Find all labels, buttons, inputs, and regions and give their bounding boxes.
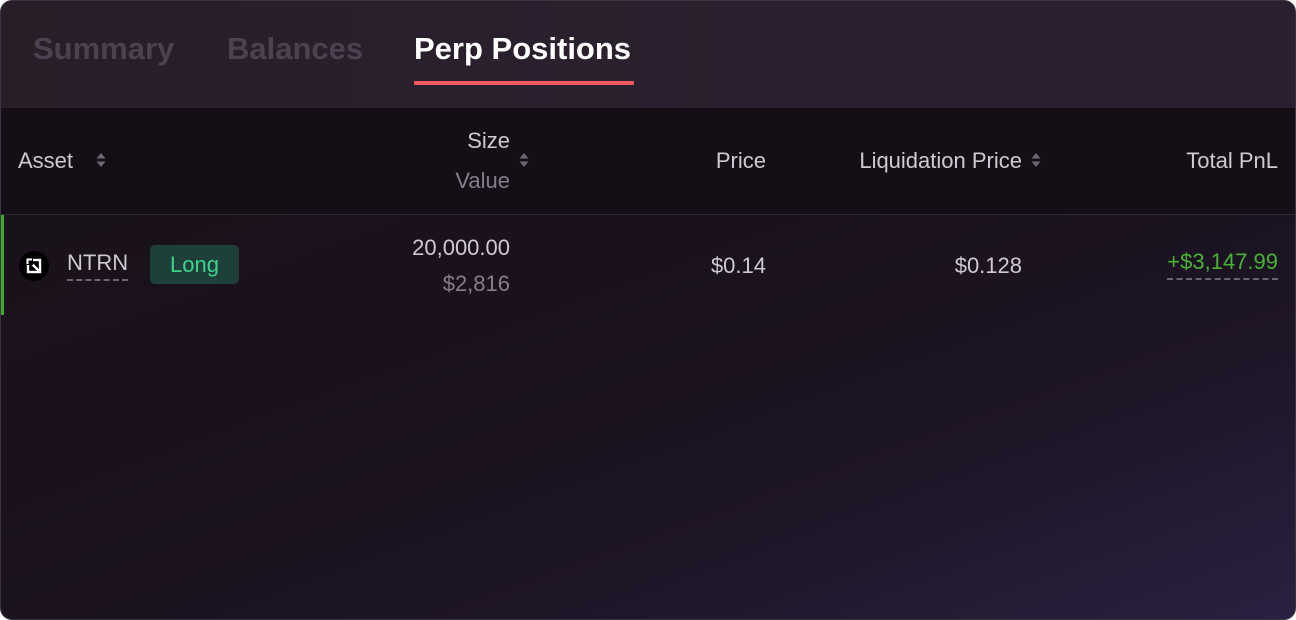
- column-header-price: Price: [715, 148, 766, 173]
- tab-perp-positions[interactable]: Perp Positions: [414, 31, 631, 67]
- column-header-asset[interactable]: Asset: [18, 148, 73, 174]
- liquidation-price: $0.128: [954, 253, 1022, 278]
- sort-icon[interactable]: [519, 152, 529, 168]
- sort-icon[interactable]: [1031, 152, 1041, 168]
- table-row[interactable]: NTRN Long 20,000.00 $2,816 $0.14 $0.128 …: [1, 215, 1295, 315]
- asset-symbol-link[interactable]: NTRN: [67, 250, 129, 281]
- sort-icon[interactable]: [96, 152, 106, 168]
- active-tab-indicator: [414, 81, 634, 85]
- position-side-badge: Long: [150, 245, 239, 284]
- tab-summary[interactable]: Summary: [33, 31, 174, 67]
- neutron-icon: [19, 251, 49, 281]
- perp-positions-panel: Summary Balances Perp Positions Asset Si…: [0, 0, 1296, 620]
- column-header-liquidation-price[interactable]: Liquidation Price: [859, 148, 1022, 174]
- column-header-size[interactable]: Size: [467, 128, 510, 154]
- mark-price: $0.14: [710, 253, 766, 278]
- table-header: Asset Size Value Price Liquidation Price…: [1, 108, 1295, 215]
- tab-bar: Summary Balances Perp Positions: [1, 1, 1295, 108]
- column-header-total-pnl: Total PnL: [1186, 148, 1278, 173]
- tab-balances[interactable]: Balances: [227, 31, 363, 67]
- position-size: 20,000.00: [412, 235, 510, 260]
- position-value: $2,816: [442, 271, 510, 296]
- column-header-value[interactable]: Value: [455, 168, 510, 194]
- total-pnl[interactable]: +$3,147.99: [1167, 249, 1278, 280]
- long-position-accent: [1, 215, 4, 315]
